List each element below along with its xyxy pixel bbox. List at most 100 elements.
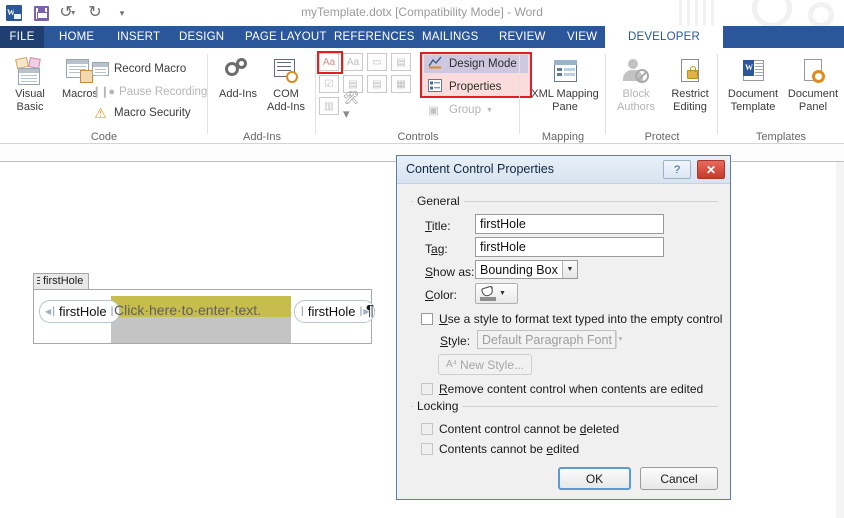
dialog-title-bar[interactable]: Content Control Properties ? ✕ — [397, 156, 730, 184]
lock-edit-label: Contents cannot be edited — [439, 442, 580, 456]
style-value: Default Paragraph Font — [482, 332, 612, 347]
ribbon-tab-strip[interactable]: FILE HOME INSERT DESIGN PAGE LAYOUT REFE… — [0, 26, 844, 48]
content-control-properties-dialog[interactable]: Content Control Properties ? ✕ General T… — [396, 155, 731, 500]
show-as-dropdown[interactable]: Bounding Box ▼ — [475, 260, 578, 279]
group-label-templates: Templates — [755, 131, 807, 143]
com-add-ins-button[interactable]: COM Add-Ins — [262, 58, 310, 113]
use-style-checkbox-row[interactable]: UUse a style to format text typed into t… — [421, 312, 722, 326]
ribbon-group-mapping: XML Mapping Pane Mapping — [520, 48, 606, 144]
tab-insert[interactable]: INSERT — [108, 26, 169, 48]
title-input[interactable] — [475, 214, 664, 234]
xml-mapping-pane-icon — [550, 58, 580, 86]
xml-mapping-label-2: Pane — [552, 100, 578, 113]
warning-triangle-icon: ⚠ — [94, 105, 107, 121]
contents-cannot-be-edited-checkbox[interactable] — [421, 443, 433, 455]
visual-basic-button[interactable]: Visual Basic — [6, 56, 54, 113]
new-style-icon: A⁴ — [446, 359, 457, 370]
tab-mailings[interactable]: MAILINGS — [413, 26, 488, 48]
picture-control-icon[interactable]: ▭ — [367, 53, 387, 71]
plain-text-control-icon[interactable]: Aa — [343, 53, 363, 71]
ribbon-group-addins: Add-Ins COM Add-Ins Add-Ins — [208, 48, 316, 144]
chevron-down-icon: ▼ — [615, 331, 624, 348]
xml-mapping-pane-button[interactable]: XML Mapping Pane — [530, 58, 600, 113]
new-style-label: New Style... — [459, 357, 524, 372]
macro-security-button[interactable]: ⚠ Macro Security — [92, 105, 191, 121]
content-control-tag-label[interactable]: firstHole — [33, 273, 90, 289]
left-pill-label: firstHole — [58, 304, 107, 319]
placeholder-text[interactable]: Click·here·to·enter·text. — [114, 302, 261, 318]
tab-references[interactable]: REFERENCES — [325, 26, 424, 48]
record-macro-label: Record Macro — [114, 63, 187, 75]
group-button: ▣ Group ▼ — [424, 102, 497, 118]
tab-design[interactable]: DESIGN — [170, 26, 233, 48]
pause-recording-label: Pause Recording — [119, 85, 208, 98]
remove-cc-checkbox-row[interactable]: Remove content control when contents are… — [421, 382, 703, 396]
right-pill-label: firstHole — [307, 304, 356, 319]
document-template-button[interactable]: W Document Template — [724, 58, 782, 113]
date-picker-control-icon[interactable]: ▦ — [391, 75, 411, 93]
com-label-2: Add-Ins — [267, 100, 305, 113]
paint-bucket-icon — [480, 285, 496, 301]
add-ins-button[interactable]: Add-Ins — [214, 58, 262, 101]
tab-view[interactable]: VIEW — [558, 26, 606, 48]
remove-content-control-checkbox[interactable] — [421, 383, 433, 395]
ribbon: Visual Basic Macros Record Macro ❙❙● Pau… — [0, 48, 844, 144]
block-authors-label-2: Authors — [617, 100, 655, 113]
left-content-control-pill[interactable]: ◀┃ firstHole ┃ — [39, 300, 121, 323]
content-control-icon-grid[interactable]: Aa Aa ▭ ▤ ☑ ▤ ▤ ▦ ▥ 🛠▾ — [319, 53, 413, 121]
document-template-label-2: Template — [730, 100, 776, 113]
visual-basic-label-1: Visual — [15, 88, 45, 100]
restrict-editing-label-2: Editing — [673, 100, 707, 113]
dialog-title: Content Control Properties — [406, 162, 554, 176]
lock-delete-checkbox-row[interactable]: Content control cannot be deleted — [421, 422, 619, 436]
pause-recording-button: ❙❙● Pause Recording — [92, 85, 208, 99]
restrict-editing-button[interactable]: Restrict Editing — [664, 58, 716, 113]
group-label-addins: Add-Ins — [243, 131, 281, 143]
tab-file[interactable]: FILE — [0, 26, 44, 48]
document-panel-label-1: Document — [787, 88, 839, 100]
macro-security-label: Macro Security — [114, 107, 191, 119]
group-icon: ▣ — [428, 105, 439, 117]
repeating-section-control-icon[interactable]: ▥ — [319, 97, 339, 115]
document-panel-button[interactable]: Document Panel — [784, 58, 842, 113]
group-label: Group — [449, 104, 481, 116]
design-mode-button[interactable]: Design Mode — [424, 55, 528, 73]
content-control-cannot-be-deleted-checkbox[interactable] — [421, 423, 433, 435]
help-button[interactable]: ? — [663, 160, 691, 179]
tab-developer[interactable]: DEVELOPER — [605, 26, 723, 48]
vertical-scrollbar[interactable] — [836, 162, 844, 518]
tab-home[interactable]: HOME — [50, 26, 103, 48]
color-button[interactable]: ▼ — [475, 283, 518, 304]
legacy-tools-icon[interactable]: 🛠▾ — [343, 90, 363, 121]
use-style-checkbox[interactable] — [421, 313, 433, 325]
lock-edit-checkbox-row[interactable]: Contents cannot be edited — [421, 442, 579, 456]
new-style-button: A⁴ New Style... — [438, 354, 532, 375]
tab-review[interactable]: REVIEW — [490, 26, 555, 48]
cancel-button[interactable]: Cancel — [640, 467, 718, 490]
chevron-down-icon[interactable]: ▼ — [499, 290, 506, 297]
tag-field-label: Tag: — [425, 242, 448, 256]
drop-down-list-control-icon[interactable]: ▤ — [367, 75, 387, 93]
color-label: Color: — [425, 288, 458, 302]
building-block-gallery-icon[interactable]: ▤ — [391, 53, 411, 71]
right-content-control-pill[interactable]: ┃ firstHole ┃▶ — [294, 300, 376, 323]
group-label-controls: Controls — [397, 131, 439, 143]
lock-delete-label: Content control cannot be deleted — [439, 422, 620, 436]
properties-button[interactable]: Properties — [424, 78, 528, 96]
ok-button[interactable]: OK — [558, 467, 631, 490]
record-macro-button[interactable]: Record Macro — [92, 62, 186, 76]
control-handle-icon: ◀┃ — [45, 307, 56, 316]
selection-gray-band — [111, 317, 291, 343]
tab-page-layout[interactable]: PAGE LAYOUT — [236, 26, 336, 48]
chevron-down-icon[interactable]: ▼ — [561, 261, 577, 278]
checkbox-control-icon[interactable]: ☑ — [319, 75, 339, 93]
ribbon-group-code: Visual Basic Macros Record Macro ❙❙● Pau… — [0, 48, 208, 144]
document-template-icon: W — [738, 58, 768, 86]
rich-text-control-icon[interactable]: Aa — [319, 53, 339, 71]
tag-input[interactable] — [475, 237, 664, 257]
visual-basic-label-2: Basic — [16, 100, 44, 113]
remove-cc-label: Remove content control when contents are… — [439, 382, 704, 396]
block-authors-label-1: Block — [622, 88, 650, 100]
close-icon[interactable]: ✕ — [697, 160, 725, 179]
pilcrow-mark: ¶ — [366, 302, 375, 319]
